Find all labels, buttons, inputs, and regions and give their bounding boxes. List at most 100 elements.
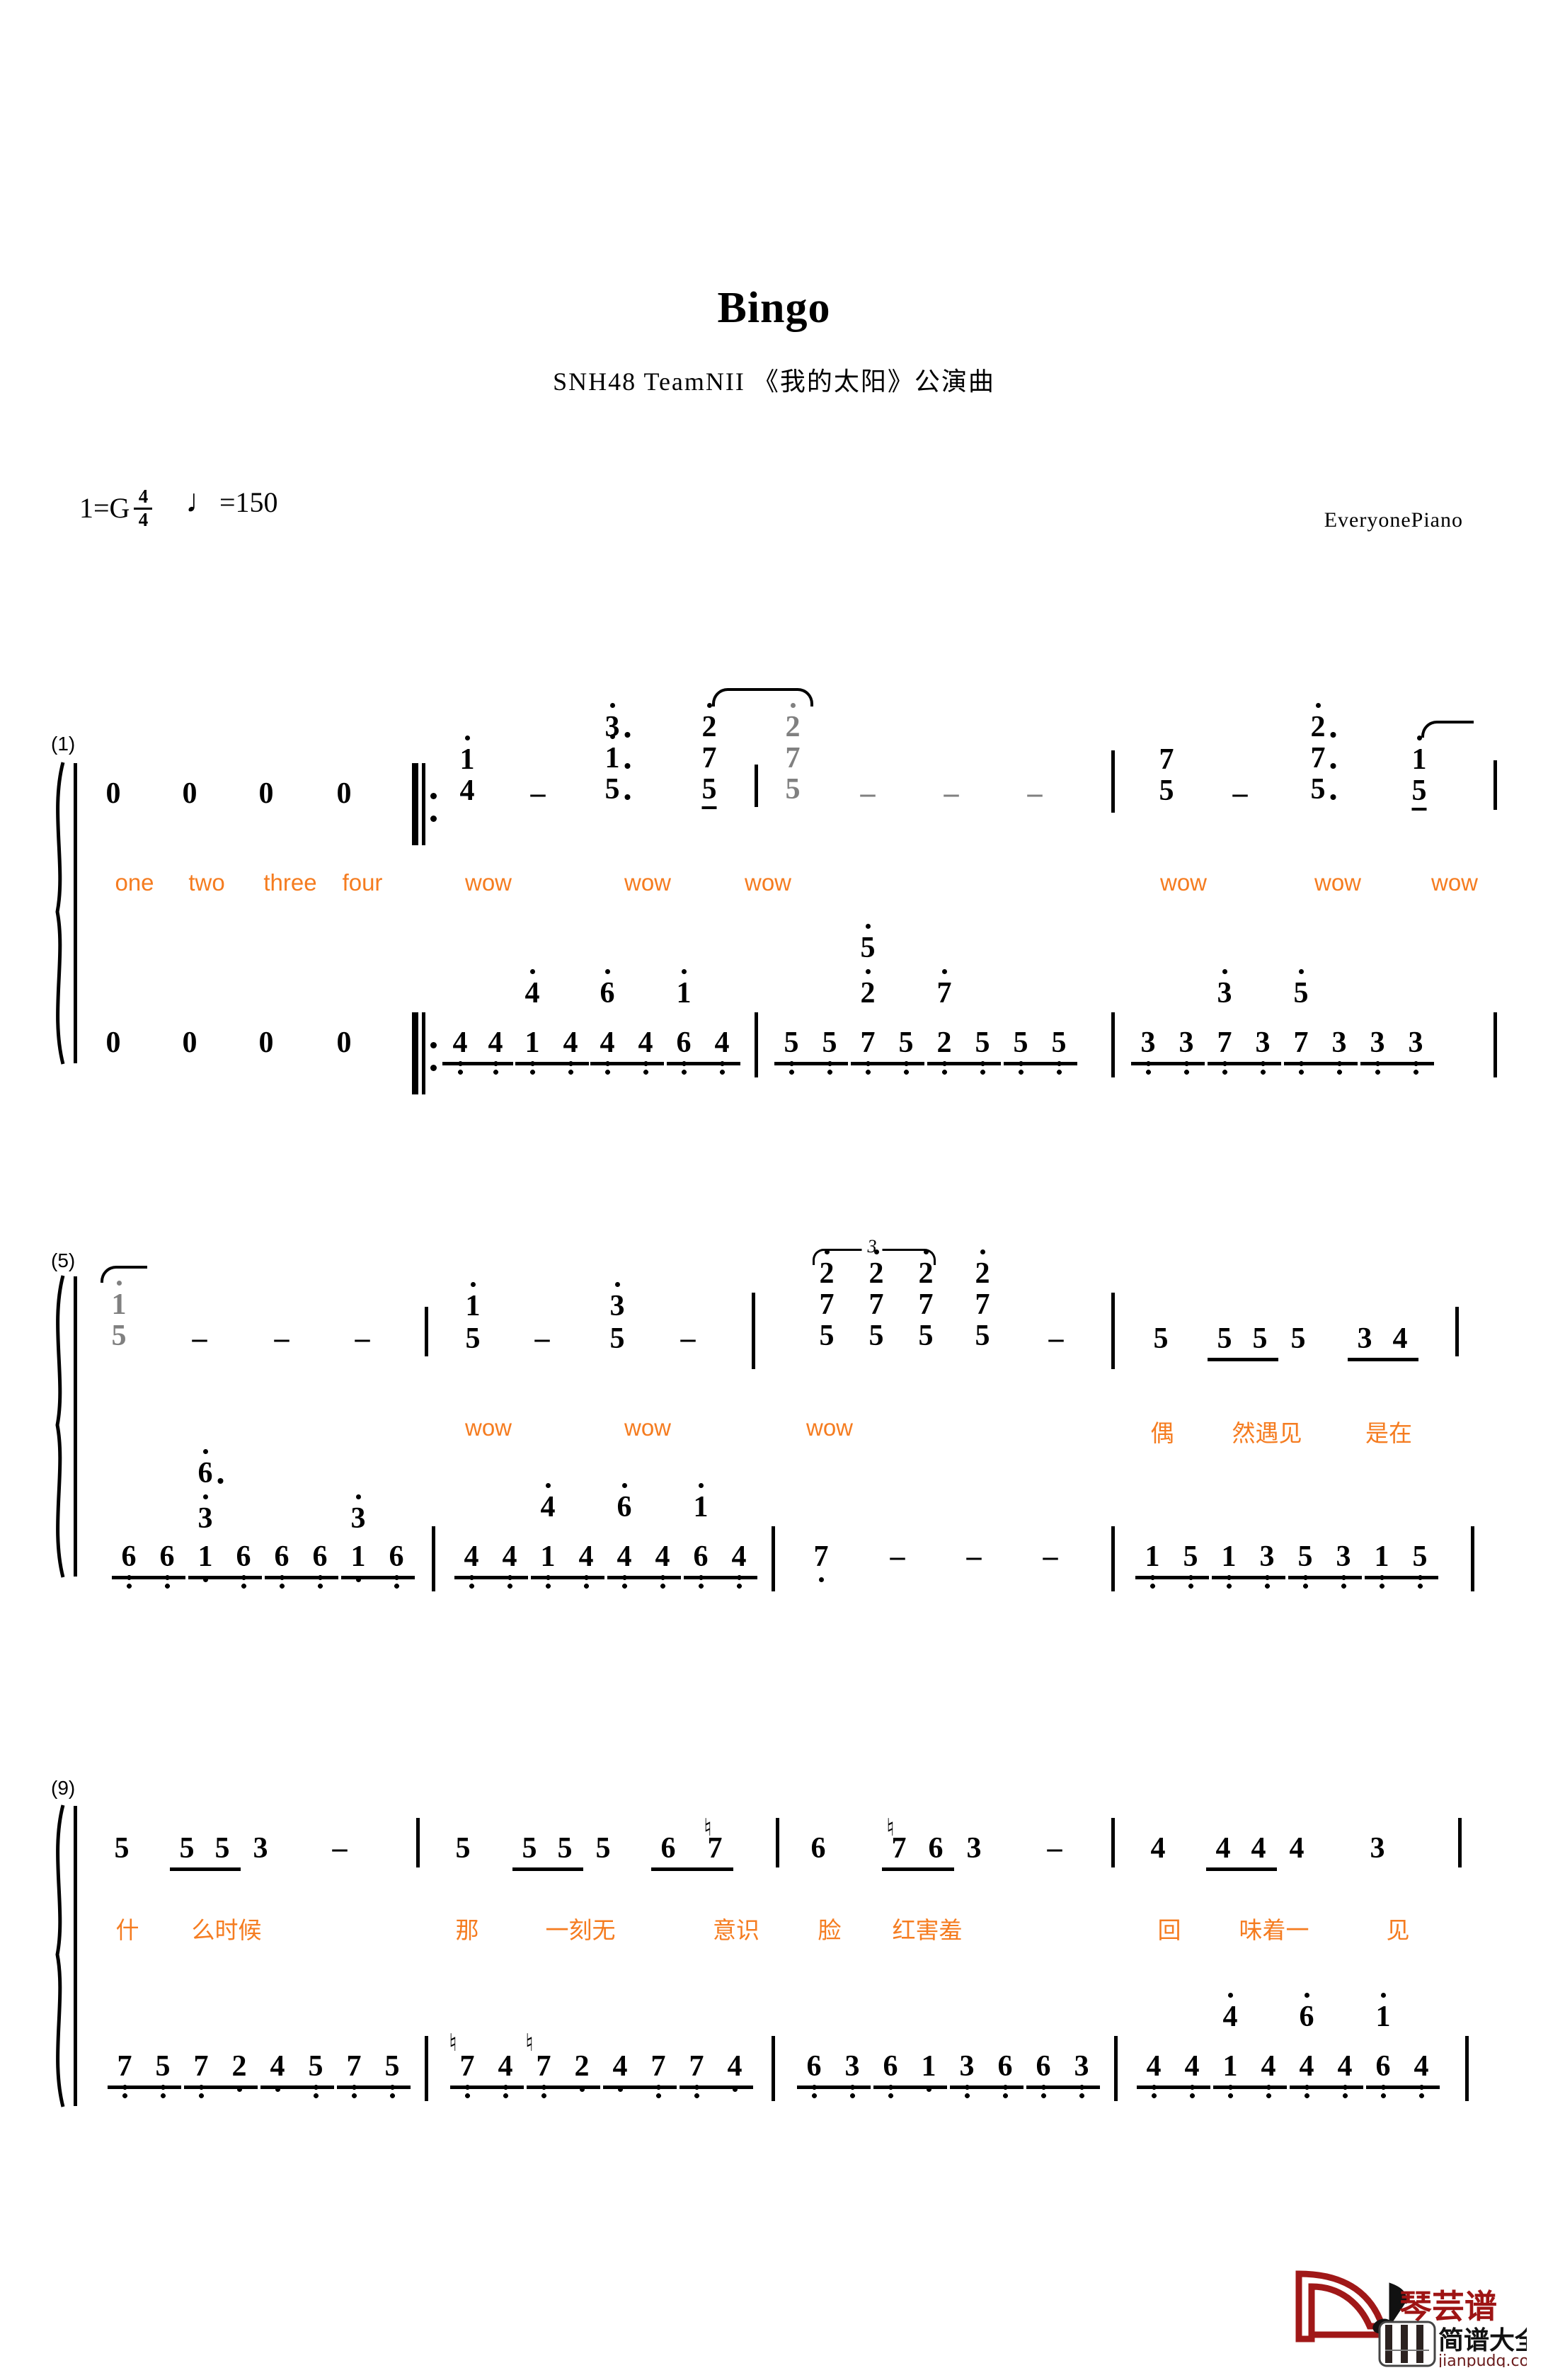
beam xyxy=(450,2086,524,2089)
bass-note-4-low: 4 xyxy=(578,1540,594,1573)
chord-stack: 5 1 3 xyxy=(605,712,631,806)
rest-note: 0 xyxy=(336,1026,352,1059)
beam xyxy=(184,2086,258,2089)
barline xyxy=(752,1293,755,1369)
beam xyxy=(1137,2086,1210,2089)
note-5: 5 xyxy=(609,1322,625,1355)
bass-note-3-low: 3 xyxy=(1336,1540,1351,1573)
piano-brace-1 xyxy=(45,761,69,1065)
time-signature: 4 4 xyxy=(134,486,153,529)
measure-number-5: (5) xyxy=(51,1249,76,1271)
barline xyxy=(772,2036,775,2101)
note-3: 3 xyxy=(253,1832,268,1865)
beam xyxy=(1366,2086,1440,2089)
barline xyxy=(425,1307,428,1356)
site-watermark-logo: 琴芸谱 简谱大全 jianpudq.com xyxy=(1293,2261,1544,2370)
note-sustain-dash: – xyxy=(1232,777,1248,810)
beam xyxy=(927,1062,1001,1065)
lyric-syllable: wow xyxy=(1431,869,1479,896)
bass-note-1-low: 1 xyxy=(1145,1540,1160,1573)
beam xyxy=(112,1576,185,1579)
chord-stack-tied: 5 1 xyxy=(112,1290,127,1352)
barline xyxy=(425,2036,428,2101)
note-7-natural: 7 xyxy=(891,1832,907,1865)
bass-note-1-low: 1 xyxy=(350,1540,366,1573)
bass-note-6-low: 6 xyxy=(121,1540,137,1573)
lyric-syllable: wow xyxy=(624,869,672,896)
bass-note-1-low: 1 xyxy=(197,1540,213,1573)
rest-note: 0 xyxy=(182,1026,197,1059)
lyric-syllable: 那 xyxy=(455,1917,479,1943)
sustain-dash: – xyxy=(890,1540,905,1573)
note-1-high-tied: 1 xyxy=(111,1288,127,1321)
bass-note-1-low: 1 xyxy=(1221,1540,1237,1573)
bass-upper-note-5: 5 xyxy=(1293,977,1309,1009)
rest-note: 0 xyxy=(258,1026,274,1059)
lyric-syllable: 意识 xyxy=(713,1917,759,1943)
lyric-syllable: 见 xyxy=(1386,1917,1410,1943)
sustain-dash: – xyxy=(966,1540,982,1573)
bass-note-4-low: 4 xyxy=(612,2050,628,2083)
bass-note-3-low: 3 xyxy=(1140,1026,1156,1059)
bass-note-6-low: 6 xyxy=(1375,2050,1391,2083)
barline xyxy=(755,1012,758,1077)
note-5-eighth: 5 xyxy=(1411,776,1427,811)
bass-upper-note-3: 3 xyxy=(350,1502,366,1535)
bass-note-4-low: 4 xyxy=(638,1026,653,1059)
note-7-dotted: 7 xyxy=(1310,742,1336,774)
beam xyxy=(1208,1062,1281,1065)
note-7: 7 xyxy=(819,1288,835,1321)
lyric-syllable: wow xyxy=(1159,869,1208,896)
bass-note-4-low: 4 xyxy=(727,2050,743,2083)
beam xyxy=(680,2086,753,2089)
tie-arc xyxy=(1421,721,1474,738)
bass-note-3-low: 3 xyxy=(1331,1026,1347,1059)
note-sustain-dash: – xyxy=(530,777,546,810)
note-6: 6 xyxy=(810,1832,826,1865)
bass-note-5-low: 5 xyxy=(1013,1026,1028,1059)
bass-note-6-low: 6 xyxy=(389,1540,404,1573)
bass-upper-note-7: 7 xyxy=(936,977,952,1009)
note-5: 5 xyxy=(455,1832,471,1865)
note-5: 5 xyxy=(179,1832,195,1865)
bass-note-7-low: 7 xyxy=(860,1026,876,1059)
note-5: 5 xyxy=(1252,1322,1268,1355)
chord-stack-tied: 5 7 2 xyxy=(786,712,801,806)
measure-number-1: (1) xyxy=(51,733,76,755)
note-sustain-dash: – xyxy=(192,1322,207,1355)
credit-line: EveryonePiano xyxy=(1324,508,1463,532)
note-5: 5 xyxy=(557,1832,573,1865)
bass-note-4-low: 4 xyxy=(488,1026,503,1059)
note-7-natural: 7 xyxy=(707,1832,723,1865)
note-2-high: 2 xyxy=(701,711,717,743)
bass-upper-note-1: 1 xyxy=(693,1491,709,1523)
bass-note-7-low: 7 xyxy=(650,2050,666,2083)
bass-note-4-low: 4 xyxy=(498,2050,513,2083)
beam xyxy=(454,1576,528,1579)
chord-stack: 5 7 2 xyxy=(869,1259,884,1352)
barline xyxy=(1111,750,1115,813)
lyric-syllable: 回 xyxy=(1157,1917,1181,1943)
beam xyxy=(950,2086,1024,2089)
note-5: 5 xyxy=(114,1832,130,1865)
bass-note-4-low: 4 xyxy=(1261,2050,1276,2083)
bass-upper-note-1: 1 xyxy=(676,977,692,1009)
beam xyxy=(1348,1358,1418,1361)
note-3-high: 3 xyxy=(609,1290,625,1322)
time-numerator: 4 xyxy=(138,486,149,507)
bass-note-7-natural-low: 7 xyxy=(536,2050,551,2083)
quarter-note-icon: ♩ xyxy=(185,482,218,519)
system-start-barline-3 xyxy=(74,1806,77,2106)
note-5-tied: 5 xyxy=(785,773,801,806)
bass-note-6-low: 6 xyxy=(676,1026,692,1059)
note-3: 3 xyxy=(1357,1322,1372,1355)
bass-note-6-low: 6 xyxy=(997,2050,1013,2083)
bass-note-7-low: 7 xyxy=(1293,1026,1309,1059)
note-1-high: 1 xyxy=(465,1290,481,1322)
page-subtitle: SNH48 TeamNII 《我的太阳》公演曲 xyxy=(553,367,995,396)
bass-note-4-low: 4 xyxy=(655,1540,670,1573)
beam xyxy=(1206,1867,1277,1871)
beam xyxy=(1288,1576,1362,1579)
bass-note-6-low: 6 xyxy=(883,2050,898,2083)
bass-note-6-low: 6 xyxy=(806,2050,822,2083)
